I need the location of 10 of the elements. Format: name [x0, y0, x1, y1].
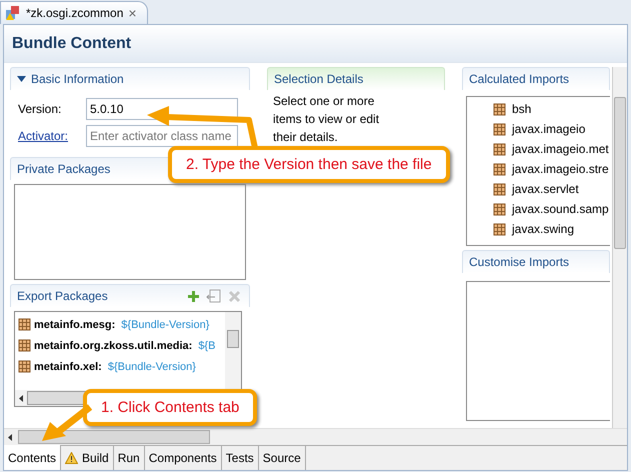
- version-label: Version:: [18, 102, 62, 116]
- section-header: Calculated Imports: [462, 67, 610, 90]
- callout-tooltip: 2. Type the Version then save the file: [168, 146, 450, 183]
- page-title: Bundle Content: [12, 34, 132, 52]
- section-title: Export Packages: [17, 289, 108, 303]
- section-header: Selection Details: [267, 67, 445, 90]
- selection-hint: Select one or more items to view or edit their details.: [273, 93, 380, 146]
- callout-tooltip: 1. Click Contents tab: [83, 389, 258, 426]
- section-header: Customise Imports: [462, 250, 610, 273]
- editor-tab-title: *zk.osgi.zcommon: [26, 6, 124, 20]
